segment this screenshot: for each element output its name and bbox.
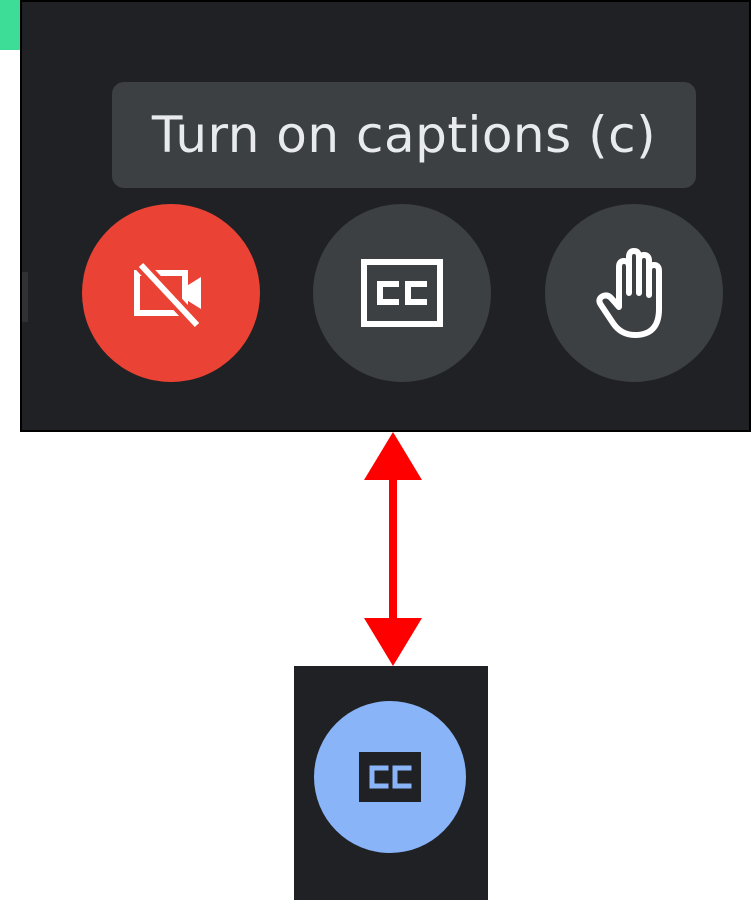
- camera-off-button[interactable]: [82, 204, 260, 382]
- captions-on-preview: [294, 666, 488, 900]
- captions-button[interactable]: [313, 204, 491, 382]
- meeting-controls-panel: Turn on captions (c): [20, 0, 751, 432]
- closed-captions-icon: [359, 752, 421, 802]
- captions-tooltip: Turn on captions (c): [112, 82, 696, 188]
- video-off-icon: [134, 260, 203, 330]
- closed-captions-icon: [361, 259, 443, 327]
- captions-active-button[interactable]: [314, 701, 466, 853]
- raise-hand-button[interactable]: [545, 204, 723, 382]
- tooltip-text: Turn on captions (c): [151, 106, 657, 164]
- adjacent-control-edge: [22, 272, 28, 322]
- screenshot-comparison: Turn on captions (c): [0, 0, 751, 900]
- double-arrow-icon: [364, 432, 422, 666]
- raise-hand-icon: [596, 248, 662, 338]
